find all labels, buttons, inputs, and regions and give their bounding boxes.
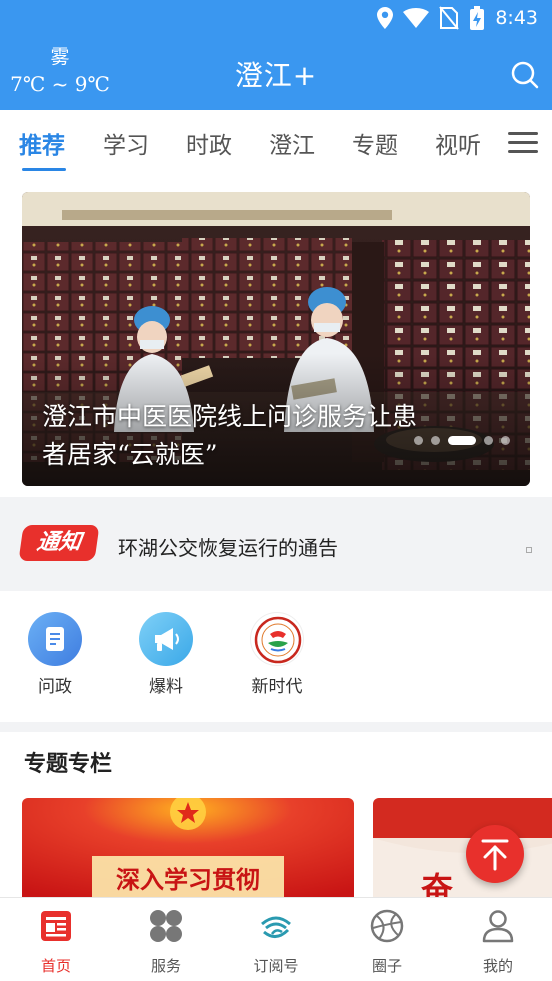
channel-tabs: 推荐 学习 时政 澄江 专题 视听 — [0, 110, 552, 176]
tab-video[interactable]: 视听 — [435, 126, 481, 160]
bottom-nav: 首页 服务 订阅号 圈子 我的 — [0, 897, 552, 981]
status-time: 8:43 — [495, 7, 538, 29]
nav-home[interactable]: 首页 — [11, 908, 101, 976]
notice-marker-icon — [526, 547, 532, 553]
quick-link-label: 爆料 — [149, 677, 183, 697]
carousel-dot — [501, 436, 510, 445]
section-divider — [0, 722, 552, 732]
notice-badge: 通知 — [18, 525, 100, 561]
quick-link-new-era[interactable]: 新时代 — [237, 612, 317, 697]
nav-label: 我的 — [482, 957, 513, 975]
quick-link-baoliao[interactable]: 爆料 — [126, 612, 206, 697]
new-era-logo — [250, 612, 304, 666]
carousel-dot — [484, 436, 493, 445]
banner-carousel[interactable]: 澄江市中医医院线上问诊服务让患者居家“云就医” — [22, 192, 530, 486]
nav-services[interactable]: 服务 — [121, 908, 211, 976]
banner-title: 澄江市中医医院线上问诊服务让患者居家“云就医” — [42, 402, 418, 469]
topic-card[interactable]: 深入学习贯彻 — [22, 798, 354, 908]
subscription-icon — [261, 916, 291, 938]
carousel-dot-active — [448, 436, 476, 445]
menu-icon[interactable] — [508, 132, 538, 156]
no-sim-icon — [439, 6, 460, 30]
location-icon — [377, 7, 394, 29]
nav-label: 圈子 — [371, 957, 402, 975]
tab-topics[interactable]: 专题 — [352, 126, 398, 160]
tab-recommend[interactable]: 推荐 — [19, 126, 65, 160]
nav-profile[interactable]: 我的 — [453, 908, 543, 976]
circle-icon — [370, 909, 404, 943]
nav-label: 首页 — [40, 957, 71, 975]
app-title: 澄江+ — [234, 59, 318, 92]
news-icon — [41, 911, 71, 941]
topic-card-text: 深入学习贯彻 — [116, 866, 260, 894]
carousel-dot — [431, 436, 440, 445]
megaphone-icon — [139, 612, 193, 666]
section-title: 专题专栏 — [24, 752, 113, 777]
back-to-top-button[interactable] — [466, 825, 524, 883]
tab-study[interactable]: 学习 — [103, 126, 149, 160]
topic-card-image — [373, 798, 552, 908]
quick-links: 问政 爆料 新时代 — [0, 598, 552, 718]
tab-politics[interactable]: 时政 — [186, 126, 232, 160]
nav-circles[interactable]: 圈子 — [342, 908, 432, 976]
grid-clover-icon — [150, 910, 182, 942]
active-tab-indicator — [22, 168, 66, 171]
carousel-indicator — [414, 436, 510, 445]
app-header: 雾 7℃ ~ 9℃ 澄江+ — [0, 40, 552, 110]
wifi-icon — [403, 8, 430, 28]
person-icon — [482, 910, 514, 943]
nav-subscriptions[interactable]: 订阅号 — [231, 908, 321, 976]
status-bar: 8:43 — [0, 0, 552, 40]
battery-charging-icon — [470, 6, 485, 30]
status-icons: 8:43 — [377, 6, 538, 30]
arrow-up-icon — [481, 839, 509, 871]
document-icon — [28, 612, 82, 666]
quick-link-wenzheng[interactable]: 问政 — [15, 612, 95, 697]
nav-label: 订阅号 — [253, 957, 299, 975]
nav-label: 服务 — [150, 957, 181, 975]
notice-text[interactable]: 环湖公交恢复运行的通告 — [118, 532, 338, 561]
notice-bar[interactable]: 通知 环湖公交恢复运行的通告 — [0, 497, 552, 591]
topic-card[interactable]: 奋 — [373, 798, 552, 908]
quick-link-label: 问政 — [38, 677, 72, 697]
search-icon[interactable] — [510, 60, 540, 90]
tab-chengjiang[interactable]: 澄江 — [269, 126, 315, 160]
quick-link-label: 新时代 — [251, 677, 303, 697]
carousel-dot — [414, 436, 423, 445]
